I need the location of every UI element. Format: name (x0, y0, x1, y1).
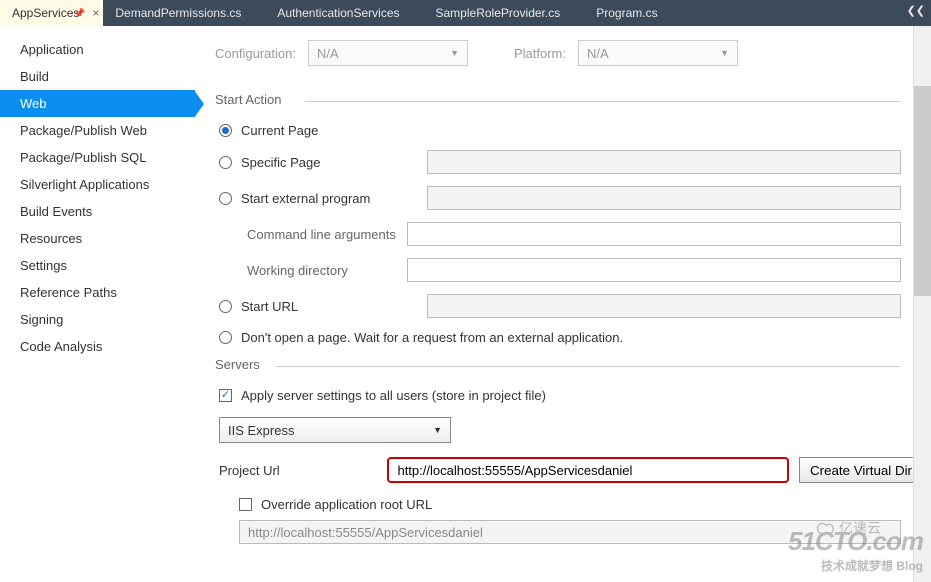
chevron-down-icon: ▼ (720, 48, 729, 58)
close-icon[interactable]: × (92, 6, 99, 20)
apply-server-settings-checkbox[interactable]: ✓ (219, 389, 232, 402)
radio-current-page-label: Current Page (241, 123, 318, 138)
sidebar-item-signing[interactable]: Signing (0, 306, 195, 333)
start-url-input[interactable] (427, 294, 901, 318)
configuration-label: Configuration: (215, 46, 296, 61)
tab-label: AuthenticationServices (277, 6, 399, 20)
sidebar-item-settings[interactable]: Settings (0, 252, 195, 279)
project-url-label: Project Url (219, 463, 387, 478)
sidebar-item-silverlight[interactable]: Silverlight Applications (0, 171, 195, 198)
sidebar-item-web[interactable]: Web (0, 90, 195, 117)
radio-specific-page-label: Specific Page (241, 155, 427, 170)
tab-authenticationservices[interactable]: AuthenticationServices (265, 0, 423, 26)
sidebar-item-package-publish-sql[interactable]: Package/Publish SQL (0, 144, 195, 171)
server-type-dropdown[interactable]: IIS Express ▼ (219, 417, 451, 443)
radio-start-external-label: Start external program (241, 191, 427, 206)
tab-program[interactable]: Program.cs (584, 0, 681, 26)
tab-label: Program.cs (596, 6, 657, 20)
specific-page-input[interactable] (427, 150, 901, 174)
scrollbar-thumb[interactable] (914, 86, 931, 296)
property-pages-sidebar: Application Build Web Package/Publish We… (0, 26, 195, 582)
create-virtual-directory-button[interactable]: Create Virtual Dir (799, 457, 923, 483)
vertical-scrollbar[interactable] (913, 26, 931, 582)
sidebar-item-code-analysis[interactable]: Code Analysis (0, 333, 195, 360)
tab-appservices[interactable]: AppServices 📌 × (0, 0, 103, 26)
working-dir-input[interactable] (407, 258, 901, 282)
sidebar-item-package-publish-web[interactable]: Package/Publish Web (0, 117, 195, 144)
configuration-dropdown: N/A▼ (308, 40, 468, 66)
chevron-down-icon: ▼ (450, 48, 459, 58)
radio-dont-open[interactable] (219, 331, 232, 344)
radio-start-url-label: Start URL (241, 299, 427, 314)
sidebar-item-build[interactable]: Build (0, 63, 195, 90)
start-action-heading: Start Action (215, 92, 901, 109)
radio-specific-page[interactable] (219, 156, 232, 169)
project-url-input[interactable] (387, 457, 789, 483)
sidebar-item-application[interactable]: Application (0, 36, 195, 63)
platform-label: Platform: (514, 46, 566, 61)
radio-current-page[interactable] (219, 124, 232, 137)
radio-start-url[interactable] (219, 300, 232, 313)
tab-label: AppServices (12, 6, 79, 20)
tab-label: DemandPermissions.cs (115, 6, 241, 20)
chevron-down-icon: ▼ (433, 425, 442, 435)
cmdline-args-input[interactable] (407, 222, 901, 246)
override-root-url-checkbox[interactable] (239, 498, 252, 511)
tab-demandpermissions[interactable]: DemandPermissions.cs (103, 0, 265, 26)
pin-icon[interactable]: 📌 (74, 8, 85, 19)
radio-dont-open-label: Don't open a page. Wait for a request fr… (241, 330, 623, 345)
cmdline-args-label: Command line arguments (247, 227, 407, 242)
platform-dropdown: N/A▼ (578, 40, 738, 66)
document-tab-strip: AppServices 📌 × DemandPermissions.cs Aut… (0, 0, 931, 26)
sidebar-item-build-events[interactable]: Build Events (0, 198, 195, 225)
sidebar-item-reference-paths[interactable]: Reference Paths (0, 279, 195, 306)
apply-server-settings-label: Apply server settings to all users (stor… (241, 388, 546, 403)
tab-sampleroleprovider[interactable]: SampleRoleProvider.cs (424, 0, 585, 26)
working-dir-label: Working directory (247, 263, 407, 278)
override-root-url-label: Override application root URL (261, 497, 432, 512)
servers-heading: Servers (215, 357, 901, 374)
external-program-input[interactable] (427, 186, 901, 210)
tab-label: SampleRoleProvider.cs (436, 6, 561, 20)
tab-overflow-icon[interactable]: ❮❮ (907, 4, 925, 17)
override-root-url-input[interactable]: http://localhost:55555/AppServicesdaniel (239, 520, 901, 544)
web-properties-panel: Configuration: N/A▼ Platform: N/A▼ Start… (195, 26, 931, 582)
sidebar-item-resources[interactable]: Resources (0, 225, 195, 252)
radio-start-external[interactable] (219, 192, 232, 205)
